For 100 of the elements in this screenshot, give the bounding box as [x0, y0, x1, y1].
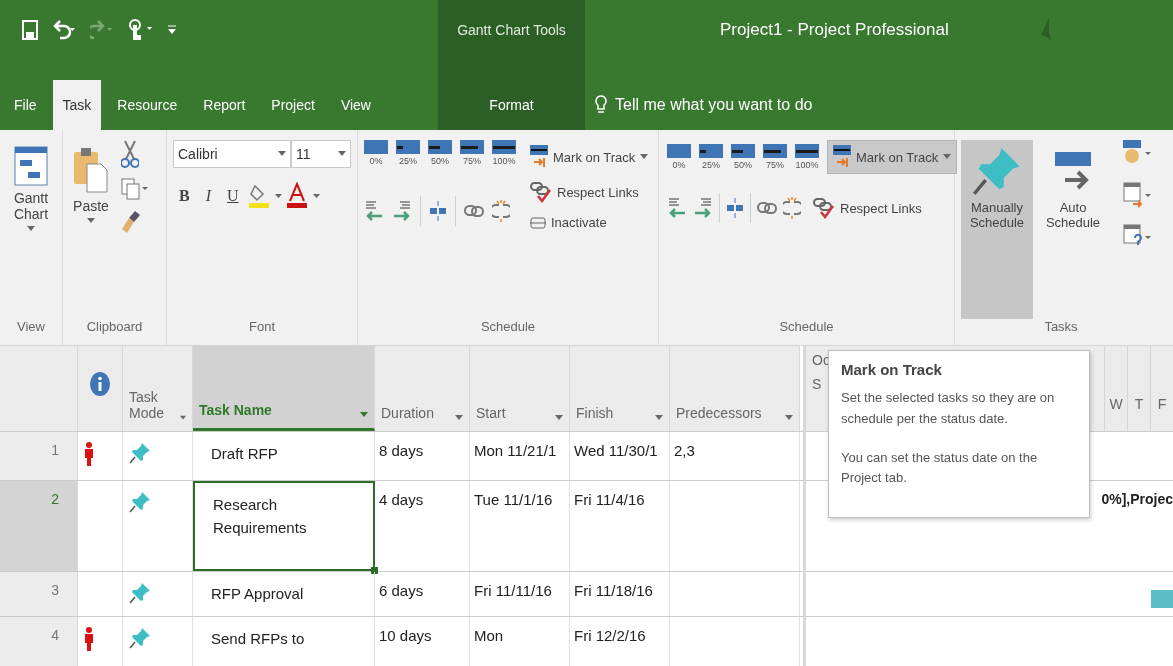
percent-complete-button[interactable]: 75%: [763, 144, 787, 170]
task-name-cell[interactable]: RFP Approval: [193, 572, 375, 616]
fill-color-icon[interactable]: [248, 182, 283, 210]
percent-complete-icon: [731, 144, 755, 158]
tooltip-title: Mark on Track: [841, 361, 943, 378]
percent-complete-icon: [396, 140, 420, 154]
column-header[interactable]: Predecessors: [670, 346, 800, 431]
column-header[interactable]: Task Name: [193, 346, 375, 431]
inactivate-icon: [530, 216, 546, 229]
tooltip-text: You can set the status date on the Project tab.: [841, 448, 1039, 488]
table-cell: 8 days: [375, 432, 470, 480]
paste-button[interactable]: Paste: [69, 140, 113, 319]
gantt-chart-button[interactable]: Gantt Chart: [6, 140, 56, 319]
group-label: View: [16, 319, 46, 336]
percent-complete-icon: [763, 144, 787, 158]
respect-links-button[interactable]: Respect Links: [524, 176, 655, 208]
percent-complete-button[interactable]: 100%: [795, 144, 819, 170]
link-check-icon: [813, 197, 835, 219]
table-cell: Mon: [470, 617, 570, 666]
task-name-cell[interactable]: Send RFPs to: [193, 617, 375, 666]
row-number: 4: [0, 617, 78, 666]
ribbon-tab[interactable]: Report: [193, 80, 256, 130]
percent-complete-button[interactable]: 75%: [460, 140, 484, 166]
auto-schedule-button[interactable]: Auto Schedule: [1037, 140, 1109, 319]
link-icon: [757, 201, 777, 215]
split-task-icon: [726, 197, 744, 219]
font-name-field[interactable]: Calibri: [173, 140, 291, 168]
ribbon-tab[interactable]: Project: [261, 80, 325, 130]
clipboard-icon: [73, 146, 109, 194]
ribbon-tab[interactable]: Format: [479, 80, 544, 130]
percent-complete-icon: [492, 140, 516, 154]
person-icon: [84, 627, 94, 651]
percent-complete-icon: [667, 144, 691, 158]
undo-icon[interactable]: [52, 20, 76, 40]
copy-icon[interactable]: [121, 178, 149, 200]
font-size-field[interactable]: 11: [290, 140, 351, 168]
underline-button[interactable]: U: [221, 185, 245, 207]
save-icon[interactable]: [22, 20, 38, 40]
indent-icon: [392, 200, 412, 222]
pushpin-icon: [129, 491, 151, 513]
info-icon: [90, 371, 110, 396]
group-label: Font: [248, 319, 276, 336]
percent-complete-button[interactable]: 0%: [667, 144, 691, 170]
tell-me-field[interactable]: Tell me what you want to do: [585, 60, 1173, 130]
column-header[interactable]: Task Mode: [123, 346, 193, 431]
caret-icon: [87, 218, 95, 224]
percent-complete-button[interactable]: 25%: [396, 140, 420, 166]
pushpin-icon: [129, 442, 151, 464]
group-label: Schedule: [479, 319, 537, 336]
caret-icon: [785, 415, 793, 421]
column-header[interactable]: Duration: [375, 346, 470, 431]
group-label: Tasks: [1043, 319, 1079, 336]
link-icon: [464, 204, 484, 218]
respect-links-button[interactable]: Respect Links: [807, 192, 928, 224]
timescale-label: F: [1150, 346, 1173, 431]
caret-icon: [943, 154, 952, 160]
pushpin-icon: [129, 627, 151, 649]
column-header[interactable]: Start: [470, 346, 570, 431]
manually-schedule-button[interactable]: Manually Schedule: [961, 140, 1033, 319]
font-color-icon[interactable]: [286, 182, 321, 210]
percent-complete-button[interactable]: 0%: [364, 140, 388, 166]
timescale-label: Oc: [812, 352, 831, 368]
task-name-cell[interactable]: Draft RFP: [193, 432, 375, 480]
table-cell: Mon 11/21/1: [470, 432, 570, 480]
percent-complete-button[interactable]: 50%: [428, 140, 452, 166]
window-title: Project1 - Project Professional: [720, 20, 949, 40]
fill-handle[interactable]: [371, 567, 378, 574]
group-label: Schedule: [778, 319, 835, 336]
inactivate-button[interactable]: Inactivate: [524, 210, 655, 235]
unlink-icon: [783, 197, 801, 219]
caret-icon: [179, 415, 186, 421]
ribbon-tab[interactable]: View: [330, 80, 381, 130]
mark-on-track-icon: [833, 145, 851, 169]
percent-complete-button[interactable]: 25%: [699, 144, 723, 170]
outdent-icon: [667, 197, 687, 219]
percent-complete-button[interactable]: 100%: [492, 140, 516, 166]
mark-on-track-icon: [530, 145, 548, 169]
mark-on-track-button[interactable]: Mark on Track: [524, 140, 655, 174]
percent-complete-button[interactable]: 50%: [731, 144, 755, 170]
ribbon-tab[interactable]: Resource: [107, 80, 188, 130]
format-painter-icon[interactable]: [121, 210, 141, 234]
table-cell: Fri 11/11/16: [470, 572, 570, 616]
timescale-label: W: [1104, 346, 1127, 431]
table-cell: Tue 11/1/16: [470, 481, 570, 571]
caret-icon: [655, 415, 663, 421]
ribbon-tab[interactable]: Task: [52, 80, 102, 130]
task-name-cell[interactable]: Research Requirements: [193, 481, 375, 571]
split-task-icon: [429, 200, 447, 222]
caret-icon: [277, 151, 286, 157]
gantt-chart-icon: [14, 146, 48, 186]
ribbon-tab[interactable]: File: [4, 80, 47, 130]
table-cell: Fri 11/4/16: [570, 481, 670, 571]
customize-icon[interactable]: [168, 25, 176, 35]
column-header[interactable]: Finish: [570, 346, 670, 431]
italic-button[interactable]: I: [199, 185, 217, 207]
mark-on-track-button[interactable]: Mark on Track: [827, 140, 958, 174]
bold-button[interactable]: B: [173, 185, 196, 207]
scissors-icon[interactable]: [121, 140, 139, 168]
calendar-icon[interactable]: [1123, 182, 1151, 210]
caret-icon: [338, 151, 346, 157]
